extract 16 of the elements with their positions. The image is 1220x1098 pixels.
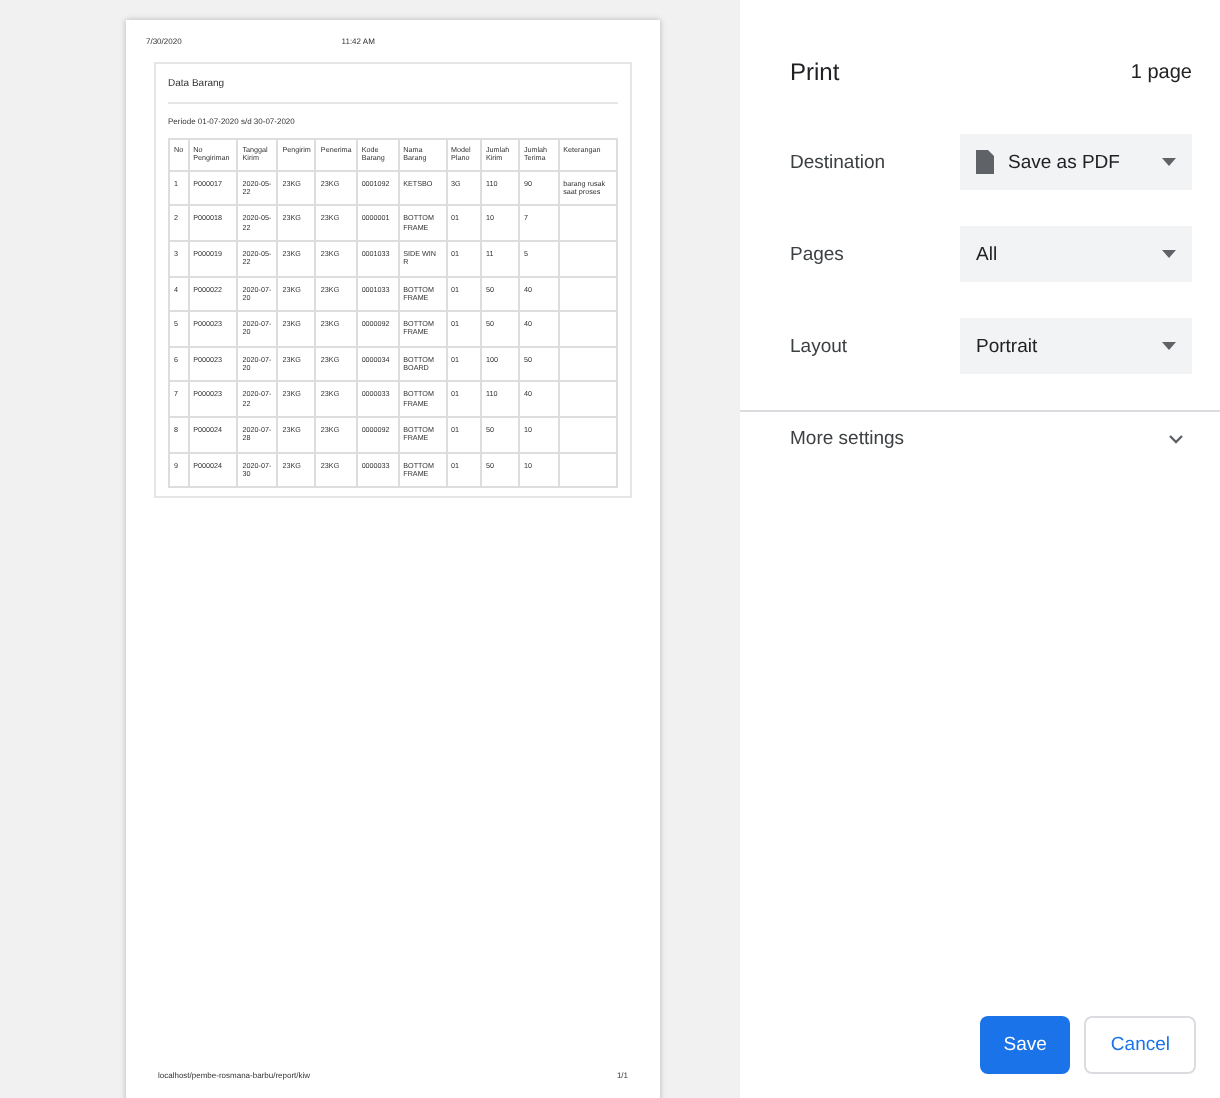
page-count: 1 page [1130,61,1192,83]
setting-select[interactable]: Portrait [960,318,1192,374]
print-title: Print [790,58,840,86]
setting-label: Pages [790,243,846,265]
cancel-button[interactable]: Cancel [1084,1016,1196,1074]
setting-select[interactable]: All [960,226,1192,282]
caret-icon [1162,158,1176,166]
setting-label: Layout [790,335,850,357]
file-icon [976,150,994,174]
caret-icon [1162,342,1176,350]
more-settings-toggle[interactable]: More settings [740,412,1220,450]
save-button[interactable]: Save [979,1016,1071,1074]
chevron-icon [1168,434,1184,444]
caret-icon [1162,250,1176,258]
setting-label: Destination [790,151,888,173]
destination-select[interactable]: Save as PDF [960,134,1192,190]
